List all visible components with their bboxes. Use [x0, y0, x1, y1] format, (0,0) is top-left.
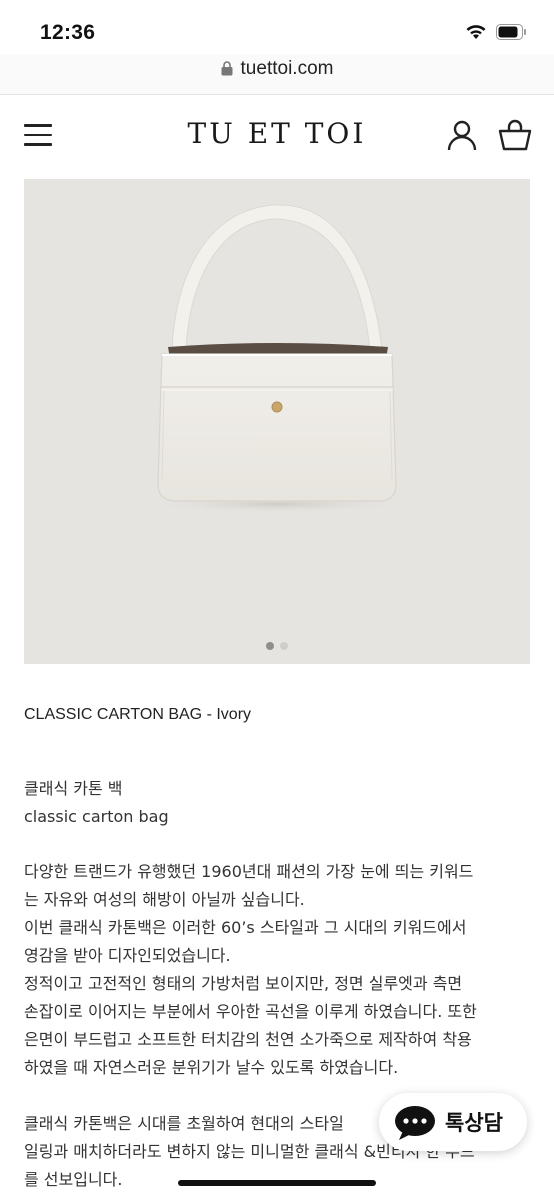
product-name-english: classic carton bag — [24, 807, 169, 826]
description-line: 다양한 트랜드가 유행했던 1960년대 패션의 가장 눈에 띄는 키워드 — [24, 862, 474, 881]
talk-consult-button[interactable]: 톡상담 — [379, 1093, 527, 1151]
wifi-icon — [465, 24, 487, 44]
description-line: 은면이 부드럽고 소프트한 터치감의 천연 소가죽으로 제작하여 착용 — [24, 1030, 472, 1049]
description-line: 정적이고 고전적인 형태의 가방처럼 보이지만, 정면 실루엣과 측면 — [24, 974, 463, 993]
carousel-indicator — [24, 642, 530, 650]
chat-button-label: 톡상담 — [445, 1111, 503, 1135]
home-indicator[interactable] — [178, 1180, 376, 1186]
chat-bubble-icon — [393, 1104, 437, 1146]
product-title: CLASSIC CARTON BAG - Ivory — [24, 706, 252, 723]
status-bar: 12:36 — [0, 0, 554, 54]
product-name-korean: 클래식 카톤 백 — [24, 779, 123, 798]
site-header: TU ET TOI — [0, 95, 554, 177]
product-info: CLASSIC CARTON BAG - Ivory — [24, 706, 530, 724]
product-bag-image — [142, 204, 412, 513]
description-line: 하였을 때 자연스러운 분위기가 날수 있도록 하였습니다. — [24, 1058, 399, 1077]
product-name-block: 클래식 카톤 백 classic carton bag — [24, 775, 530, 831]
lock-icon — [221, 60, 233, 82]
description-line: 이번 클래식 카톤백은 이러한 60’s 스타일과 그 시대의 키워드에서 — [24, 918, 467, 937]
description-line: 손잡이로 이어지는 부분에서 우아한 곡선을 이루게 하였습니다. 또한 — [24, 1002, 477, 1021]
carousel-dot-2[interactable] — [280, 642, 288, 650]
battery-icon — [496, 24, 527, 40]
description-line: 는 자유와 여성의 해방이 아닐까 싶습니다. — [24, 890, 305, 909]
product-description: 다양한 트랜드가 유행했던 1960년대 패션의 가장 눈에 띄는 키워드 는 … — [24, 858, 530, 1082]
shopping-bag-icon[interactable] — [498, 119, 532, 155]
carousel-dot-1[interactable] — [266, 642, 274, 650]
url-text: tuettoi.com — [240, 58, 334, 79]
account-icon[interactable] — [446, 119, 478, 155]
status-time: 12:36 — [40, 21, 96, 44]
description-line: 영감을 받아 디자인되었습니다. — [24, 946, 231, 965]
browser-url-bar[interactable]: tuettoi.com — [0, 54, 554, 95]
product-image-carousel[interactable] — [24, 179, 530, 664]
